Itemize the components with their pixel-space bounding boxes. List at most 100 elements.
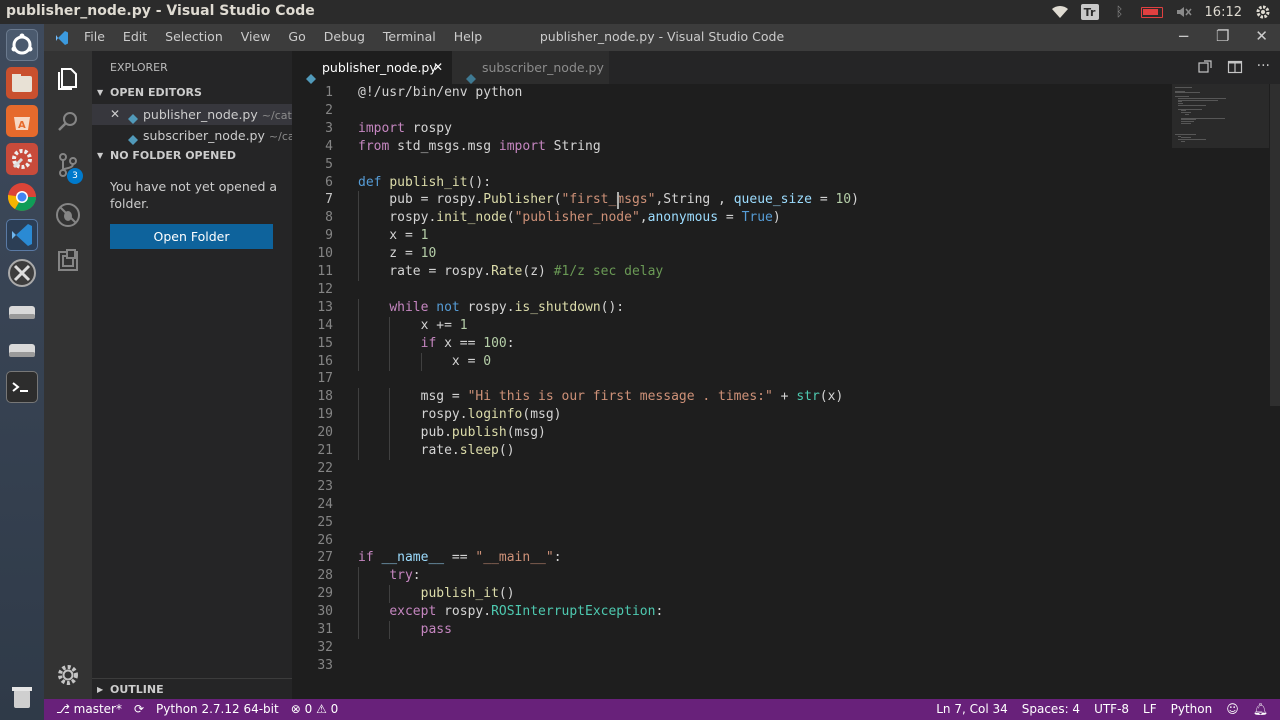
bluetooth-icon[interactable]: ᛒ (1111, 4, 1129, 20)
code-line[interactable]: 33 (292, 657, 1172, 675)
code-line[interactable]: 10 z = 10 (292, 245, 1172, 264)
open-editor-item[interactable]: subscriber_node.py~/ca... (92, 125, 292, 146)
close-tab-icon[interactable]: ✕ (433, 51, 443, 84)
code-line[interactable]: 30 except rospy.ROSInterruptException: (292, 603, 1172, 622)
debug-icon[interactable] (54, 201, 82, 229)
no-folder-section-header[interactable]: ▼ NO FOLDER OPENED (92, 145, 292, 167)
cursor-position[interactable]: Ln 7, Col 34 (936, 699, 1008, 720)
more-actions-icon[interactable]: ··· (1257, 59, 1270, 79)
code-line[interactable]: 15 if x == 100: (292, 334, 1172, 353)
code-line[interactable]: 19 rospy.loginfo(msg) (292, 406, 1172, 425)
code-line[interactable]: 16 x = 0 (292, 352, 1172, 371)
language-mode[interactable]: Python (1171, 699, 1213, 720)
manage-gear-icon[interactable] (54, 661, 82, 689)
open-editors-section-header[interactable]: ▼ OPEN EDITORS (92, 82, 292, 104)
menu-view[interactable]: View (241, 29, 280, 44)
chrome-icon[interactable] (6, 181, 38, 213)
code-line[interactable]: 26 (292, 532, 1172, 550)
vscode-launcher-icon[interactable] (6, 219, 38, 251)
power-gear-icon[interactable] (1254, 4, 1272, 20)
tab-subscriber-node[interactable]: subscriber_node.py (452, 51, 609, 84)
vertical-scrollbar[interactable] (1270, 84, 1280, 406)
code-line[interactable]: 9 x = 1 (292, 227, 1172, 246)
terminal-icon[interactable] (6, 371, 38, 403)
code-line[interactable]: 31 pass (292, 621, 1172, 639)
minimize-icon[interactable]: − (1177, 27, 1190, 45)
indent-guide (358, 585, 359, 604)
notifications-bell-icon[interactable]: 🔔︎ (1253, 699, 1268, 720)
python-interpreter[interactable]: Python 2.7.12 64-bit (156, 699, 279, 720)
open-folder-button[interactable]: Open Folder (110, 224, 273, 249)
code-token: not (436, 299, 460, 315)
drive-icon-1[interactable] (6, 295, 38, 327)
volume-muted-icon[interactable] (1175, 4, 1193, 20)
window-controls: − ❐ ✕ (1177, 27, 1268, 45)
restore-icon[interactable]: ❐ (1216, 27, 1229, 45)
code-token: : (655, 604, 664, 620)
feedback-smiley-icon[interactable]: ☺ (1226, 699, 1239, 720)
menu-terminal[interactable]: Terminal (383, 29, 445, 44)
end-of-line[interactable]: LF (1143, 699, 1157, 720)
trash-icon[interactable] (6, 681, 38, 713)
code-line[interactable]: 18 msg = "Hi this is our first message .… (292, 388, 1172, 407)
code-line[interactable]: 23 (292, 478, 1172, 496)
code-line[interactable]: 25 (292, 514, 1172, 532)
tab-publisher-node[interactable]: publisher_node.py ✕ (292, 51, 452, 84)
extensions-icon[interactable] (54, 247, 82, 275)
wifi-icon[interactable] (1051, 4, 1069, 20)
git-branch[interactable]: ⎇ master* (56, 699, 122, 720)
code-line[interactable]: 1 @!/usr/bin/env python (292, 84, 1172, 102)
close-editor-icon[interactable]: ✕ (110, 104, 120, 125)
code-line[interactable]: 17 (292, 370, 1172, 388)
explorer-icon[interactable] (54, 63, 82, 91)
code-line[interactable]: 29 publish_it() (292, 585, 1172, 604)
search-icon[interactable] (54, 108, 82, 136)
code-line[interactable]: 5 (292, 156, 1172, 174)
open-editor-item[interactable]: ✕ publisher_node.py~/cat... (92, 104, 292, 125)
code-line[interactable]: 28 try: (292, 567, 1172, 586)
code-line[interactable]: 7 pub = rospy.Publisher("first_msgs",Str… (292, 191, 1172, 210)
tools-app-icon[interactable] (6, 257, 38, 289)
line-number: 16 (317, 353, 333, 369)
outline-section-header[interactable]: ▶ OUTLINE (92, 678, 292, 700)
code-token: rospy. (358, 407, 468, 423)
menu-selection[interactable]: Selection (165, 29, 232, 44)
sync-icon[interactable]: ⟳ (134, 699, 144, 720)
code-line[interactable]: 14 x += 1 (292, 316, 1172, 335)
clock[interactable]: 16:12 (1205, 5, 1242, 20)
ubuntu-dash-icon[interactable] (6, 29, 38, 61)
drive-icon-2[interactable] (6, 333, 38, 365)
code-line[interactable]: 11 rate = rospy.Rate(z) #1/z sec delay (292, 263, 1172, 281)
close-window-icon[interactable]: ✕ (1255, 27, 1268, 45)
settings-app-icon[interactable] (6, 143, 38, 175)
code-line[interactable]: 6 def publish_it(): (292, 174, 1172, 192)
code-line[interactable]: 4 from std_msgs.msg import String (292, 138, 1172, 156)
code-line[interactable]: 21 rate.sleep() (292, 442, 1172, 460)
code-line[interactable]: 3 import rospy (292, 120, 1172, 138)
menu-file[interactable]: File (84, 29, 114, 44)
code-line[interactable]: 32 (292, 639, 1172, 657)
code-line[interactable]: 13 while not rospy.is_shutdown(): (292, 298, 1172, 317)
code-line[interactable]: 24 (292, 496, 1172, 514)
keyboard-layout-indicator[interactable]: Tr (1080, 4, 1099, 20)
problems-indicator[interactable]: ⊗ 0 ⚠ 0 (291, 699, 339, 720)
minimap[interactable] (1172, 84, 1269, 148)
code-line[interactable]: 22 (292, 460, 1172, 478)
battery-icon[interactable] (1140, 6, 1163, 18)
menu-help[interactable]: Help (454, 29, 492, 44)
encoding[interactable]: UTF-8 (1094, 699, 1129, 720)
code-line[interactable]: 8 rospy.init_node("publisher_node",anony… (292, 209, 1172, 228)
menu-edit[interactable]: Edit (123, 29, 156, 44)
menu-debug[interactable]: Debug (324, 29, 374, 44)
split-editor-icon[interactable] (1227, 59, 1243, 79)
software-center-icon[interactable]: A (6, 105, 38, 137)
indentation[interactable]: Spaces: 4 (1022, 699, 1080, 720)
code-line[interactable]: 2 (292, 102, 1172, 120)
open-changes-icon[interactable] (1197, 59, 1213, 79)
code-line[interactable]: 27 if __name__ == "__main__": (292, 549, 1172, 567)
code-line[interactable]: 12 (292, 281, 1172, 299)
code-editor[interactable]: 1 @!/usr/bin/env python 2 3 import rospy 4 fro… (292, 84, 1280, 699)
menu-go[interactable]: Go (288, 29, 314, 44)
code-line[interactable]: 20 pub.publish(msg) (292, 424, 1172, 443)
files-app-icon[interactable] (6, 67, 38, 99)
